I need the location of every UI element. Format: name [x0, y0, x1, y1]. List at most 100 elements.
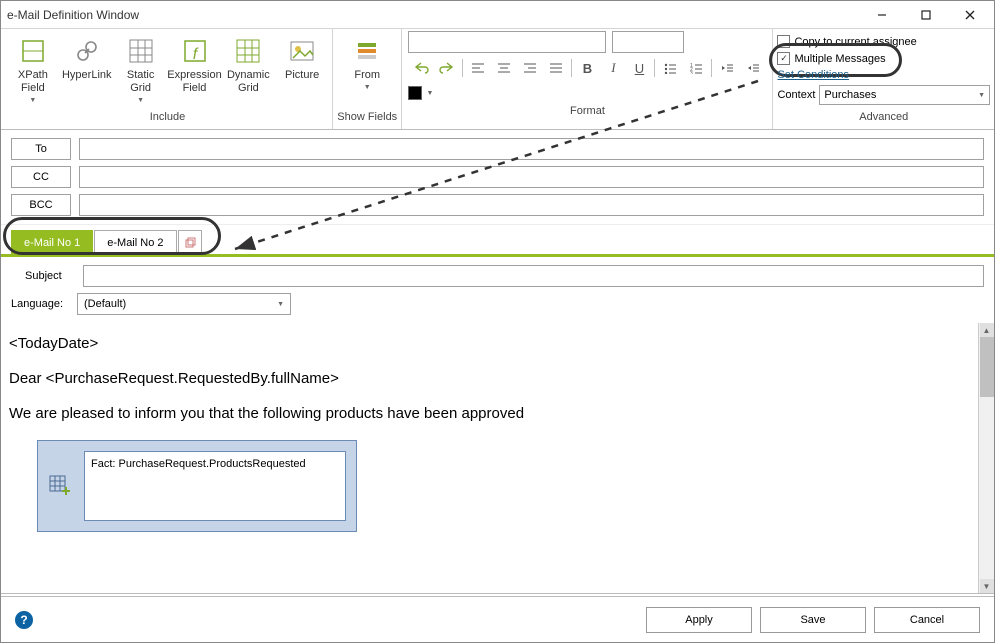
subject-label: Subject [25, 270, 77, 282]
numbered-list-button[interactable]: 123 [683, 57, 709, 79]
xpath-field-button[interactable]: XPath Field ▼ [7, 31, 59, 108]
titlebar: e-Mail Definition Window [1, 1, 994, 29]
align-justify-button[interactable] [543, 57, 569, 79]
email-tabs: e-Mail No 1 e-Mail No 2 [1, 225, 994, 257]
italic-button[interactable]: I [600, 57, 626, 79]
to-input[interactable] [79, 138, 984, 160]
language-select[interactable]: (Default) ▼ [77, 293, 291, 315]
outdent-button[interactable] [714, 57, 740, 79]
xpath-field-label: XPath Field [18, 69, 48, 95]
color-swatch [408, 86, 422, 100]
svg-text:3: 3 [690, 71, 693, 74]
ribbon-group-include: XPath Field ▼ HyperLink Static Grid ▼ f … [3, 29, 333, 129]
separator [571, 59, 572, 77]
scroll-up-button[interactable]: ▲ [980, 323, 994, 337]
subject-row: Subject [1, 257, 994, 291]
tab-label: e-Mail No 1 [24, 237, 80, 249]
hyperlink-label: HyperLink [62, 69, 112, 82]
apply-button[interactable]: Apply [646, 607, 752, 633]
include-group-label: Include [7, 109, 328, 127]
maximize-button[interactable] [908, 2, 944, 28]
language-label: Language: [11, 298, 73, 310]
cc-button[interactable]: CC [11, 166, 71, 188]
grid-add-icon [48, 472, 76, 500]
font-select[interactable] [408, 31, 606, 53]
subject-input[interactable] [83, 265, 984, 287]
to-label: To [35, 143, 47, 155]
ribbon: XPath Field ▼ HyperLink Static Grid ▼ f … [1, 29, 994, 130]
language-value: (Default) [84, 298, 126, 310]
from-button[interactable]: From ▼ [341, 31, 393, 95]
picture-button[interactable]: Picture [276, 31, 328, 86]
dynamic-grid-button[interactable]: Dynamic Grid [223, 31, 275, 99]
static-grid-button[interactable]: Static Grid ▼ [115, 31, 167, 108]
body-line-greeting: Dear <PurchaseRequest.RequestedBy.fullNa… [9, 370, 970, 387]
separator [711, 59, 712, 77]
undo-button[interactable] [408, 57, 434, 79]
static-grid-label: Static Grid [127, 69, 155, 95]
save-button[interactable]: Save [760, 607, 866, 633]
context-label: Context [777, 89, 815, 101]
to-button[interactable]: To [11, 138, 71, 160]
scroll-down-button[interactable]: ▼ [980, 579, 994, 593]
ribbon-group-advanced: Copy to current assignee ✓ Multiple Mess… [773, 29, 994, 129]
cc-input[interactable] [79, 166, 984, 188]
redo-button[interactable] [434, 57, 460, 79]
hyperlink-button[interactable]: HyperLink [61, 31, 113, 86]
dynamic-grid-label: Dynamic Grid [227, 69, 270, 95]
picture-label: Picture [285, 69, 319, 82]
fact-label: Fact: PurchaseRequest.ProductsRequested [84, 451, 346, 521]
context-value: Purchases [824, 89, 876, 101]
underline-button[interactable]: U [626, 57, 652, 79]
chevron-down-icon: ▼ [426, 90, 433, 97]
separator [654, 59, 655, 77]
scroll-thumb[interactable] [980, 337, 994, 397]
cancel-button[interactable]: Cancel [874, 607, 980, 633]
window: e-Mail Definition Window XPath Field ▼ [0, 0, 995, 643]
tab-email-2[interactable]: e-Mail No 2 [94, 230, 176, 254]
fact-collection-box[interactable]: Fact: PurchaseRequest.ProductsRequested [37, 440, 357, 532]
bcc-input[interactable] [79, 194, 984, 216]
set-conditions-link[interactable]: Set Conditions [777, 69, 849, 81]
minimize-button[interactable] [864, 2, 900, 28]
save-label: Save [800, 614, 825, 626]
vertical-scrollbar[interactable]: ▲ ▼ [978, 323, 994, 593]
bullets-button[interactable] [657, 57, 683, 79]
chevron-down-icon: ▼ [29, 97, 36, 104]
window-title: e-Mail Definition Window [7, 8, 864, 22]
cancel-label: Cancel [910, 614, 944, 626]
multiple-messages-checkbox[interactable]: ✓ [777, 52, 790, 65]
align-right-button[interactable] [517, 57, 543, 79]
font-color-button[interactable]: ▼ [408, 83, 438, 103]
expression-field-label: Expression Field [167, 69, 221, 95]
indent-button[interactable] [740, 57, 766, 79]
bold-button[interactable]: B [574, 57, 600, 79]
context-select[interactable]: Purchases ▼ [819, 85, 990, 105]
align-left-button[interactable] [465, 57, 491, 79]
bcc-button[interactable]: BCC [11, 194, 71, 216]
scroll-track[interactable] [980, 337, 994, 579]
from-label: From [354, 69, 380, 82]
copy-assignee-checkbox[interactable] [777, 35, 790, 48]
chevron-down-icon: ▼ [137, 97, 144, 104]
chevron-down-icon: ▼ [364, 84, 371, 91]
expression-field-button[interactable]: f Expression Field [169, 31, 221, 99]
close-button[interactable] [952, 2, 988, 28]
tab-email-1[interactable]: e-Mail No 1 [11, 230, 93, 254]
recipient-fields: To CC BCC [1, 130, 994, 225]
format-group-label: Format [408, 103, 766, 121]
advanced-group-label: Advanced [777, 109, 990, 127]
tab-label: e-Mail No 2 [107, 237, 163, 249]
showfields-group-label: Show Fields [337, 109, 397, 127]
window-controls [864, 2, 988, 28]
font-size-select[interactable] [612, 31, 684, 53]
language-row: Language: (Default) ▼ [1, 291, 994, 323]
help-button[interactable]: ? [15, 611, 33, 629]
align-center-button[interactable] [491, 57, 517, 79]
separator [462, 59, 463, 77]
ribbon-group-showfields: From ▼ Show Fields [333, 29, 402, 129]
add-tab-button[interactable] [178, 230, 202, 254]
editor[interactable]: <TodayDate> Dear <PurchaseRequest.Reques… [1, 323, 978, 593]
chevron-down-icon: ▼ [277, 301, 284, 308]
chevron-down-icon: ▼ [978, 92, 985, 99]
